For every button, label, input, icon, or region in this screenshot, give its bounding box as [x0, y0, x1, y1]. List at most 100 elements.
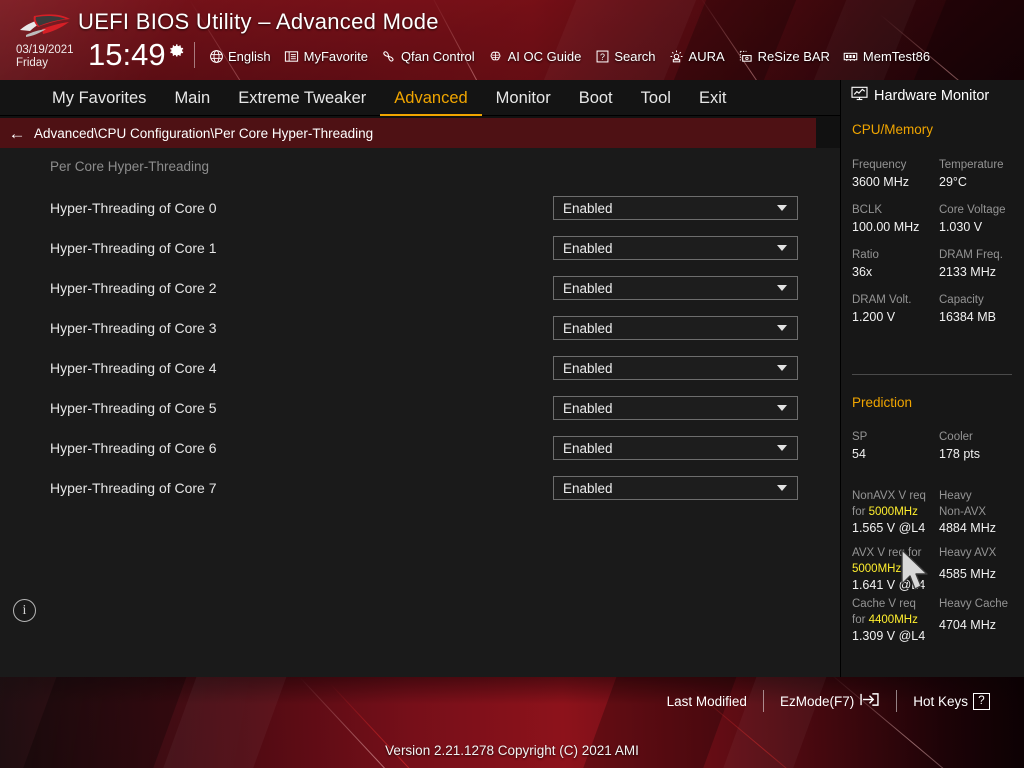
hw-pair-ratio-dram-freq: Ratio 36x DRAM Freq. 2133 MHz: [841, 248, 1024, 293]
exit-arrow-icon: [859, 692, 880, 710]
setting-row-core-3: Hyper-Threading of Core 3 Enabled: [0, 308, 840, 348]
hw-block-avx: AVX V req for 5000MHz 1.641 V @L4 Heavy …: [841, 545, 1024, 601]
header-toolbar: English MyFavorite Qfan Control AI OC Gu…: [208, 44, 943, 68]
dropdown-value: Enabled: [563, 200, 613, 216]
ez-mode-label: EzMode(F7): [779, 693, 855, 709]
resize-bar-icon: [738, 48, 754, 64]
setting-label: Hyper-Threading of Core 2: [50, 280, 217, 296]
tab-exit[interactable]: Exit: [685, 83, 741, 116]
question-box-icon: ?: [973, 692, 990, 710]
setting-row-core-1: Hyper-Threading of Core 1 Enabled: [0, 228, 840, 268]
hw-block-value: 1.641 V @L4: [852, 578, 926, 592]
hardware-monitor-title: Hardware Monitor: [851, 86, 989, 105]
section-heading: Per Core Hyper-Threading: [50, 159, 210, 174]
header-facet: [909, 0, 1024, 80]
tab-main[interactable]: Main: [160, 83, 224, 116]
toolbar-item-label: English: [228, 48, 271, 64]
date-value: 03/19/2021: [16, 44, 74, 56]
toolbar-item-memtest86[interactable]: MemTest86: [843, 48, 930, 64]
settings-list: Hyper-Threading of Core 0 Enabled Hyper-…: [0, 188, 840, 508]
setting-label: Hyper-Threading of Core 7: [50, 480, 217, 496]
hw-block-freq: 4400MHz: [868, 614, 918, 626]
tab-advanced[interactable]: Advanced: [380, 83, 482, 116]
question-box-icon: ?: [594, 48, 610, 64]
hw-block-value: 1.309 V @L4: [852, 629, 926, 643]
breadcrumb: ← Advanced\CPU Configuration\Per Core Hy…: [0, 118, 816, 148]
hw-value: 178 pts: [939, 447, 981, 461]
back-arrow-icon[interactable]: ←: [0, 125, 34, 142]
dropdown-core-5[interactable]: Enabled: [553, 396, 798, 420]
hw-block-left: AVX V req for 5000MHz 1.641 V @L4: [852, 545, 938, 593]
setting-row-core-0: Hyper-Threading of Core 0 Enabled: [0, 188, 840, 228]
dropdown-core-2[interactable]: Enabled: [553, 276, 798, 300]
hw-key: SP: [852, 431, 868, 443]
hot-keys-label: Hot Keys: [913, 693, 968, 709]
settings-panel: Per Core Hyper-Threading Hyper-Threading…: [0, 148, 840, 677]
dropdown-core-7[interactable]: Enabled: [553, 476, 798, 500]
header-facet: [810, 0, 920, 80]
hot-keys-button[interactable]: Hot Keys ?: [897, 692, 1006, 710]
hw-block-right: Heavy Cache 4704 MHz: [939, 596, 1023, 633]
dropdown-value: Enabled: [563, 480, 613, 496]
toolbar-item-myfavorite[interactable]: MyFavorite: [284, 48, 368, 64]
chevron-down-icon: [777, 445, 787, 451]
tab-tool[interactable]: Tool: [627, 83, 685, 116]
hw-value: 29°C: [939, 175, 967, 189]
hardware-monitor-label: Hardware Monitor: [874, 87, 990, 104]
hw-block-value: 4884 MHz: [939, 521, 996, 535]
hw-divider: [852, 374, 1012, 375]
hw-value: 1.200 V: [852, 310, 896, 324]
gear-icon[interactable]: [170, 43, 185, 58]
toolbar-item-label: Search: [614, 48, 656, 64]
list-star-icon: [284, 48, 300, 64]
dropdown-core-0[interactable]: Enabled: [553, 196, 798, 220]
hw-block-title: Heavy AVX: [939, 547, 997, 559]
chevron-down-icon: [777, 325, 787, 331]
hw-block-title: Heavy Cache: [939, 598, 1009, 610]
setting-row-core-4: Hyper-Threading of Core 4 Enabled: [0, 348, 840, 388]
dropdown-core-1[interactable]: Enabled: [553, 236, 798, 260]
tab-boot[interactable]: Boot: [565, 83, 627, 116]
hw-block-freq: 5000MHz: [852, 563, 902, 575]
toolbar-item-search[interactable]: ? Search: [594, 48, 656, 64]
hw-block-title: Heavy: [939, 490, 972, 502]
hw-block-title: Cache V req: [852, 598, 916, 610]
toolbar-item-label: AI OC Guide: [507, 48, 582, 64]
hw-block-title: NonAVX V req: [852, 490, 926, 502]
hw-value: 2133 MHz: [939, 265, 996, 279]
last-modified-button[interactable]: Last Modified: [651, 694, 763, 709]
hw-key: Cooler: [939, 431, 973, 443]
chevron-down-icon: [777, 245, 787, 251]
toolbar-item-english[interactable]: English: [208, 48, 271, 64]
toolbar-item-ai-oc-guide[interactable]: AI OC Guide: [488, 48, 582, 64]
toolbar-item-label: MemTest86: [862, 48, 931, 64]
header-divider: [194, 42, 195, 68]
dropdown-value: Enabled: [563, 440, 613, 456]
rog-eye-logo: [14, 10, 72, 42]
hw-prediction-values: SP 54 Cooler 178 pts: [841, 430, 1024, 475]
hw-key: Ratio: [852, 249, 879, 261]
fan-icon: [381, 48, 397, 64]
toolbar-item-aura[interactable]: AURA: [669, 48, 725, 64]
toolbar-item-label: ReSize BAR: [757, 48, 830, 64]
dropdown-core-3[interactable]: Enabled: [553, 316, 798, 340]
tab-my-favorites[interactable]: My Favorites: [38, 83, 160, 116]
ez-mode-button[interactable]: EzMode(F7): [764, 692, 896, 710]
hw-key: Temperature: [939, 159, 1004, 171]
hw-block-left: Cache V req for 4400MHz 1.309 V @L4: [852, 596, 938, 644]
tab-extreme-tweaker[interactable]: Extreme Tweaker: [224, 83, 380, 116]
tab-monitor[interactable]: Monitor: [482, 83, 565, 116]
hw-value: 1.030 V: [939, 220, 983, 234]
bios-version-text: Version 2.21.1278 Copyright (C) 2021 AMI: [385, 743, 639, 758]
toolbar-item-qfan-control[interactable]: Qfan Control: [381, 48, 475, 64]
hardware-monitor-panel: Hardware Monitor CPU/Memory Frequency 36…: [840, 80, 1024, 677]
toolbar-item-resize-bar[interactable]: ReSize BAR: [738, 48, 830, 64]
hw-block-left: NonAVX V req for 5000MHz 1.565 V @L4: [852, 488, 938, 536]
hw-key: Frequency: [852, 159, 907, 171]
dropdown-core-4[interactable]: Enabled: [553, 356, 798, 380]
dropdown-core-6[interactable]: Enabled: [553, 436, 798, 460]
info-icon[interactable]: i: [13, 599, 36, 622]
setting-row-core-6: Hyper-Threading of Core 6 Enabled: [0, 428, 840, 468]
hw-value: 16384 MB: [939, 310, 996, 324]
chevron-down-icon: [777, 285, 787, 291]
